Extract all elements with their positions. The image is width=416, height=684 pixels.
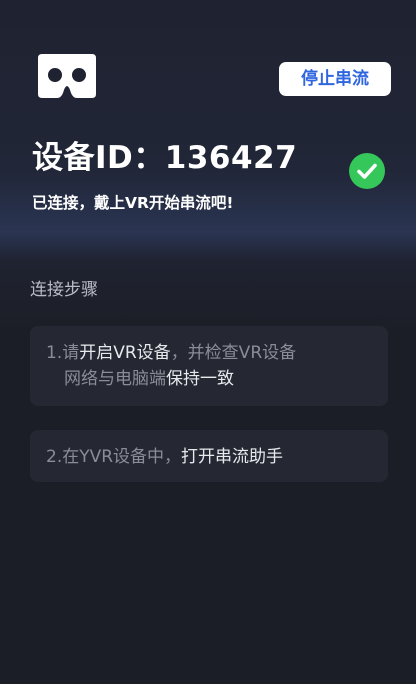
stop-streaming-button[interactable]: 停止串流: [279, 62, 391, 96]
step-text-highlight: 保持一致: [166, 369, 234, 389]
vr-headset-icon: [38, 54, 96, 98]
step-text-segment: ，并检查VR设备: [170, 343, 297, 363]
device-id-title: 设备ID：136427: [32, 140, 298, 176]
step-1-line-2: 网络与电脑端保持一致: [46, 366, 372, 392]
step-card-2: 2.在YVR设备中，打开串流助手: [30, 430, 388, 482]
step-text-segment: 2.在YVR设备中，: [46, 447, 182, 467]
step-text-highlight: 开启VR设备: [79, 343, 171, 363]
step-2-line-1: 2.在YVR设备中，打开串流助手: [46, 444, 372, 470]
step-1-line-1: 1.请开启VR设备，并检查VR设备: [46, 340, 372, 366]
streaming-panel: 停止串流 设备ID：136427 已连接，戴上VR开始串流吧! 连接步骤 1.请…: [0, 0, 416, 684]
check-circle-icon: [349, 153, 385, 189]
step-text-highlight: 打开串流助手: [181, 447, 284, 467]
connection-status-text: 已连接，戴上VR开始串流吧!: [32, 194, 234, 212]
step-card-1: 1.请开启VR设备，并检查VR设备 网络与电脑端保持一致: [30, 326, 388, 406]
step-text-segment: 网络与电脑端: [64, 369, 166, 389]
steps-heading: 连接步骤: [30, 280, 98, 300]
step-text-segment: 1.请: [46, 343, 80, 363]
